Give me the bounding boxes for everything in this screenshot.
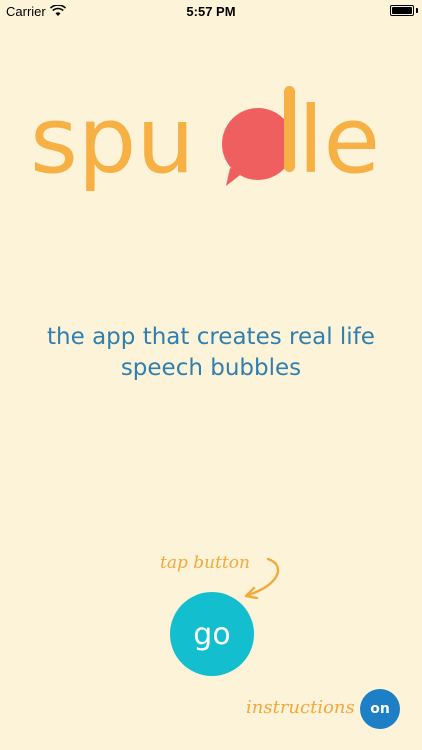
instructions-toggle-button[interactable]: on	[360, 689, 400, 729]
instructions-label: instructions	[246, 697, 355, 718]
go-button[interactable]: go	[170, 592, 254, 676]
battery-icon	[390, 5, 414, 16]
logo-b-stem	[284, 86, 295, 172]
tagline-line-1: the app that creates real life	[47, 324, 375, 350]
status-bar: Carrier 5:57 PM	[0, 0, 422, 22]
battery-tip	[416, 8, 418, 13]
tagline-line-2: speech bubbles	[120, 355, 302, 381]
logo-text-left: spu	[30, 87, 195, 194]
status-time: 5:57 PM	[186, 4, 236, 19]
spuble-logo: spu le	[30, 86, 380, 194]
tagline: the app that creates real life speech bu…	[20, 322, 402, 384]
logo-text-right: le	[298, 87, 380, 194]
speech-bubble-icon	[222, 108, 294, 186]
curved-arrow-icon	[244, 557, 280, 600]
